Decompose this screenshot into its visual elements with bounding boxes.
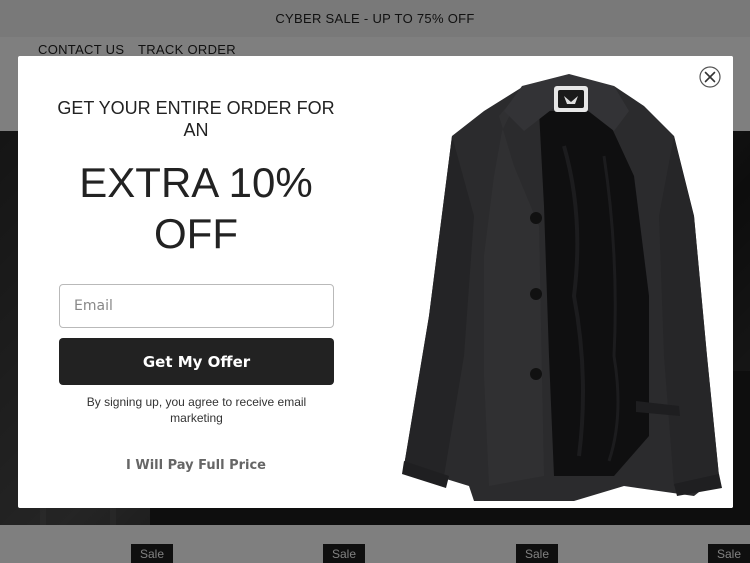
popup-image-panel (374, 56, 733, 508)
close-popup-button[interactable] (699, 66, 721, 88)
get-offer-button[interactable]: Get My Offer (59, 338, 334, 385)
close-icon (699, 66, 721, 88)
decline-offer-button[interactable]: I Will Pay Full Price (96, 458, 296, 473)
email-field[interactable] (59, 284, 334, 328)
consent-text: By signing up, you agree to receive emai… (86, 395, 307, 425)
popup-form-panel: GET YOUR ENTIRE ORDER FOR AN EXTRA 10% O… (18, 56, 374, 508)
email-signup-popup: GET YOUR ENTIRE ORDER FOR AN EXTRA 10% O… (18, 56, 733, 508)
jacket-image (402, 74, 722, 501)
popup-subheadline: GET YOUR ENTIRE ORDER FOR AN (57, 98, 335, 140)
popup-headline: EXTRA 10% OFF (79, 159, 313, 257)
